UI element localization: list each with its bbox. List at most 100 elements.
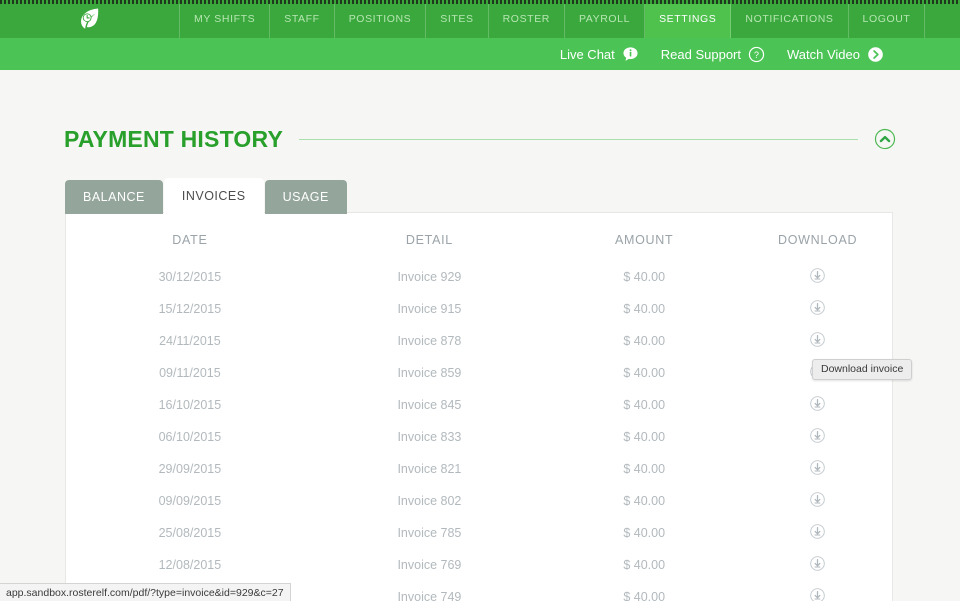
- download-circle-icon[interactable]: [809, 459, 826, 479]
- browser-status-bar: app.sandbox.rosterelf.com/pdf/?type=invo…: [0, 583, 291, 601]
- cell-detail: Invoice 785: [397, 526, 462, 540]
- cell-amount: $ 40.00: [623, 302, 666, 316]
- table-row: 09/09/2015 Invoice 802 $ 40.00: [66, 485, 892, 517]
- read-support-label: Read Support: [660, 46, 741, 62]
- column-header-date: DATE: [172, 233, 208, 247]
- nav-filler: [925, 0, 960, 38]
- download-circle-icon[interactable]: [809, 395, 826, 415]
- read-support-link[interactable]: Read Support ?: [661, 46, 765, 63]
- column-header-amount: AMOUNT: [614, 233, 674, 247]
- cell-detail: Invoice 929: [397, 270, 462, 284]
- title-divider-rule: [298, 138, 858, 140]
- cell-amount: $ 40.00: [623, 398, 666, 412]
- cell-amount: $ 40.00: [623, 366, 666, 380]
- cell-detail: Invoice 859: [397, 366, 462, 380]
- nav-item-settings[interactable]: SETTINGS: [645, 0, 732, 38]
- table-row: 15/12/2015 Invoice 915 $ 40.00: [66, 293, 892, 325]
- cell-download: [743, 389, 892, 421]
- cell-date: 30/12/2015: [158, 270, 222, 284]
- logo-home-link[interactable]: [0, 0, 180, 38]
- cell-detail: Invoice 769: [397, 558, 462, 572]
- chevron-up-circle-icon[interactable]: [874, 128, 896, 150]
- nav-item-roster[interactable]: ROSTER: [489, 0, 565, 38]
- payment-history-card: DATE DETAIL AMOUNT DOWNLOAD 30/12/2015 In…: [65, 212, 893, 601]
- live-chat-link[interactable]: Live Chat: [560, 46, 639, 63]
- cell-amount: $ 40.00: [623, 334, 666, 348]
- nav-item-positions[interactable]: POSITIONS: [335, 0, 427, 38]
- cell-download: [743, 325, 892, 357]
- tab-usage[interactable]: USAGE: [264, 180, 347, 214]
- cell-detail: Invoice 833: [397, 430, 462, 444]
- cell-download: [743, 421, 892, 453]
- top-dotted-strip: [0, 0, 960, 4]
- tab-invoices[interactable]: INVOICES: [163, 178, 264, 214]
- column-header-detail: DETAIL: [405, 233, 453, 247]
- table-row: 12/08/2015 Invoice 769 $ 40.00: [66, 549, 892, 581]
- table-row: 25/08/2015 Invoice 785 $ 40.00: [66, 517, 892, 549]
- cell-date: 09/11/2015: [159, 366, 221, 380]
- cell-amount: $ 40.00: [623, 430, 666, 444]
- download-invoice-tooltip: Download invoice: [812, 359, 913, 380]
- download-circle-icon[interactable]: [809, 331, 826, 351]
- cell-detail: Invoice 845: [397, 398, 462, 412]
- info-bubble-icon: [623, 46, 638, 61]
- cell-download: [743, 453, 892, 485]
- play-arrow-circle-icon: [868, 46, 883, 62]
- cell-download: [743, 261, 892, 293]
- table-header-row: DATE DETAIL AMOUNT DOWNLOAD: [66, 213, 892, 261]
- invoice-tabs: BALANCE INVOICES USAGE: [65, 178, 348, 214]
- live-chat-label: Live Chat: [559, 46, 615, 62]
- download-circle-icon[interactable]: [809, 427, 826, 447]
- nav-item-staff[interactable]: STAFF: [270, 0, 335, 38]
- download-circle-icon[interactable]: [809, 555, 826, 575]
- table-row: 24/11/2015 Invoice 878 $ 40.00: [66, 325, 892, 357]
- support-bar: Live Chat Read Support ? Watch Video: [0, 38, 960, 70]
- cell-download: [743, 549, 892, 581]
- nav-item-notifications[interactable]: NOTIFICATIONS: [731, 0, 849, 38]
- tab-balance[interactable]: BALANCE: [65, 180, 163, 214]
- cell-amount: $ 40.00: [623, 558, 666, 572]
- cell-amount: $ 40.00: [623, 462, 666, 476]
- table-row: 30/12/2015 Invoice 929 $ 40.00: [66, 261, 892, 293]
- nav-item-logout[interactable]: LOGOUT: [849, 0, 926, 38]
- svg-text:?: ?: [754, 50, 759, 60]
- download-circle-icon[interactable]: [809, 587, 826, 601]
- table-row: 09/11/2015 Invoice 859 $ 40.00: [66, 357, 892, 389]
- cell-detail: Invoice 802: [397, 494, 462, 508]
- watch-video-link[interactable]: Watch Video: [787, 46, 884, 63]
- cell-detail: Invoice 821: [397, 462, 462, 476]
- invoices-table: DATE DETAIL AMOUNT DOWNLOAD 30/12/2015 In…: [66, 213, 892, 601]
- question-circle-icon: ?: [748, 46, 765, 62]
- cell-date: 15/12/2015: [158, 302, 222, 316]
- cell-amount: $ 40.00: [623, 270, 666, 284]
- nav-item-sites[interactable]: SITES: [426, 0, 489, 38]
- cell-amount: $ 40.00: [623, 590, 666, 601]
- watch-video-label: Watch Video: [787, 46, 860, 62]
- cell-download: [743, 485, 892, 517]
- cell-date: 29/09/2015: [158, 462, 222, 476]
- cell-date: 12/08/2015: [158, 558, 222, 572]
- cell-amount: $ 40.00: [623, 526, 666, 540]
- cell-date: 16/10/2015: [158, 398, 222, 412]
- table-row: 29/09/2015 Invoice 821 $ 40.00: [66, 453, 892, 485]
- table-row: 16/10/2015 Invoice 845 $ 40.00: [66, 389, 892, 421]
- cell-detail: Invoice 915: [397, 302, 462, 316]
- cell-download: [743, 581, 892, 601]
- nav-item-payroll[interactable]: PAYROLL: [565, 0, 646, 38]
- cell-date: 24/11/2015: [159, 334, 221, 348]
- column-header-download: DOWNLOAD: [778, 233, 858, 247]
- cell-date: 25/08/2015: [158, 526, 222, 540]
- download-circle-icon[interactable]: [809, 491, 826, 511]
- cell-detail: Invoice 749: [397, 590, 462, 601]
- page-content: PAYMENT HISTORY BALANCE INVOICES USAGE DAT…: [0, 70, 960, 601]
- cell-date: 09/09/2015: [158, 494, 222, 508]
- cell-date: 06/10/2015: [158, 430, 222, 444]
- download-circle-icon[interactable]: [809, 523, 826, 543]
- leaf-clock-logo-icon: [80, 8, 98, 29]
- cell-download: [743, 293, 892, 325]
- download-circle-icon[interactable]: [809, 267, 826, 287]
- nav-item-my-shifts[interactable]: MY SHIFTS: [180, 0, 271, 38]
- cell-amount: $ 40.00: [623, 494, 666, 508]
- page-title: PAYMENT HISTORY: [64, 125, 283, 152]
- download-circle-icon[interactable]: [809, 299, 826, 319]
